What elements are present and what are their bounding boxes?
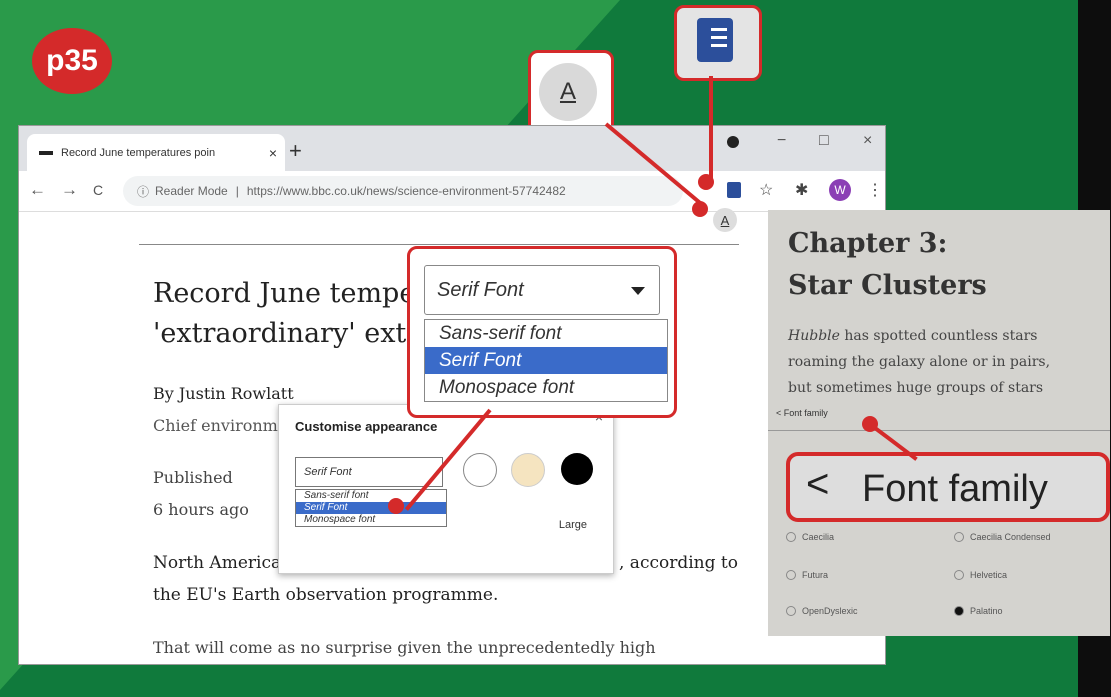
theme-swatch-white[interactable] [463,453,497,487]
book-line-3: but sometimes huge groups of stars [788,380,1044,396]
reader-mode-callout [674,5,762,81]
close-window-button[interactable]: × [863,132,872,150]
appearance-callout: A [528,50,614,136]
font-family-heading: Font family [862,468,1048,510]
browser-tab[interactable]: Record June temperatures poin × [27,134,285,171]
font-dropdown-list: Sans-serif font Serif Font Monospace fon… [424,319,668,402]
paragraph-1-start: North America [153,553,282,573]
site-info-icon[interactable]: ⓘ [137,183,149,200]
omnibox-separator: | [235,184,239,198]
text-appearance-icon: A [539,63,597,121]
profile-avatar[interactable]: W [829,179,851,201]
book-line-1: Hubble has spotted countless stars [788,328,1038,344]
article-rule [139,244,739,245]
reload-button[interactable]: C [93,182,103,198]
dropdown-option-sans[interactable]: Sans-serif font [425,320,667,347]
published-time: 6 hours ago [153,500,249,519]
bbc-favicon-icon [39,150,53,155]
paragraph-1-line2: the EU's Earth observation programme. [153,585,499,605]
tab-title: Record June temperatures poin [61,146,216,159]
font-option-palatino[interactable]: Palatino [954,606,1003,616]
font-options-list: Sans-serif font Serif Font Monospace fon… [295,489,447,527]
font-select[interactable]: Serif Font [295,457,443,487]
appearance-button[interactable]: A [713,208,737,232]
font-option-mono[interactable]: Monospace font [296,514,446,526]
back-button[interactable]: ← [29,180,46,200]
callout-dot-reader [698,174,714,190]
url-text[interactable]: https://www.bbc.co.uk/news/science-envir… [247,184,566,198]
font-family-callout: < Font family [786,452,1110,522]
record-icon[interactable] [727,136,739,148]
book-divider [768,430,1110,431]
forward-button[interactable]: → [61,180,78,200]
font-option-opendyslexic[interactable]: OpenDyslexic [786,606,858,616]
reader-mode-icon [697,18,733,62]
callout-line-reader [709,76,713,184]
dropdown-arrow-icon [631,287,645,295]
reader-mode-label: Reader Mode [155,184,228,198]
font-dropdown-callout: Serif Font Sans-serif font Serif Font Mo… [407,246,677,418]
paragraph-1-end: , according to [619,553,738,573]
chapter-heading: Chapter 3: [788,228,948,259]
new-tab-button[interactable]: + [289,138,302,164]
font-option-serif[interactable]: Serif Font [296,502,446,514]
customise-appearance-panel: Customise appearance × Serif Font Sans-s… [278,404,614,574]
tab-bar: Record June temperatures poin × + − □ × [19,126,885,171]
font-family-small-label: < Font family [776,408,828,418]
font-dropdown[interactable]: Serif Font [424,265,660,315]
callout-dot-dropdown [388,498,404,514]
back-chevron-icon[interactable]: < [806,462,829,507]
toolbar: ← → C ⓘ Reader Mode | https://www.bbc.co… [19,171,885,212]
address-bar[interactable]: ⓘ Reader Mode | https://www.bbc.co.uk/ne… [123,176,683,206]
font-option-caecilia-condensed[interactable]: Caecilia Condensed [954,532,1051,542]
font-option-caecilia[interactable]: Caecilia [786,532,834,542]
author-role: Chief environme [153,416,288,435]
published-label: Published [153,468,233,487]
book-line-2: roaming the galaxy alone or in pairs, [788,354,1051,370]
font-option-futura[interactable]: Futura [786,570,828,580]
tab-close-button[interactable]: × [261,145,285,161]
extensions-icon[interactable]: ✱ [795,180,808,200]
ereader-photo: Chapter 3: Star Clusters Hubble has spot… [768,210,1110,636]
theme-swatch-cream[interactable] [511,453,545,487]
text-size-label: Large [558,519,587,531]
byline: By Justin Rowlatt [153,384,294,403]
minimize-button[interactable]: − [777,132,786,150]
reader-mode-button[interactable] [727,182,741,198]
chapter-title: Star Clusters [788,270,987,301]
maximize-button[interactable]: □ [819,132,829,150]
paragraph-2: That will come as no surprise given the … [153,638,656,657]
customise-title: Customise appearance [295,419,438,434]
font-dropdown-value: Serif Font [437,278,524,301]
font-option-helvetica[interactable]: Helvetica [954,570,1007,580]
bookmark-star-icon[interactable]: ☆ [759,180,773,200]
headline-line1: Record June temper [153,278,429,309]
page-badge: p35 [32,28,112,94]
headline-line2: 'extraordinary' extre [153,318,436,349]
dropdown-option-mono[interactable]: Monospace font [425,374,667,401]
callout-dot-appearance [692,201,708,217]
dropdown-option-serif[interactable]: Serif Font [425,347,667,374]
theme-swatch-dark[interactable] [561,453,593,485]
menu-icon[interactable]: ⋮ [867,180,883,200]
callout-dot-fontfamily [862,416,878,432]
